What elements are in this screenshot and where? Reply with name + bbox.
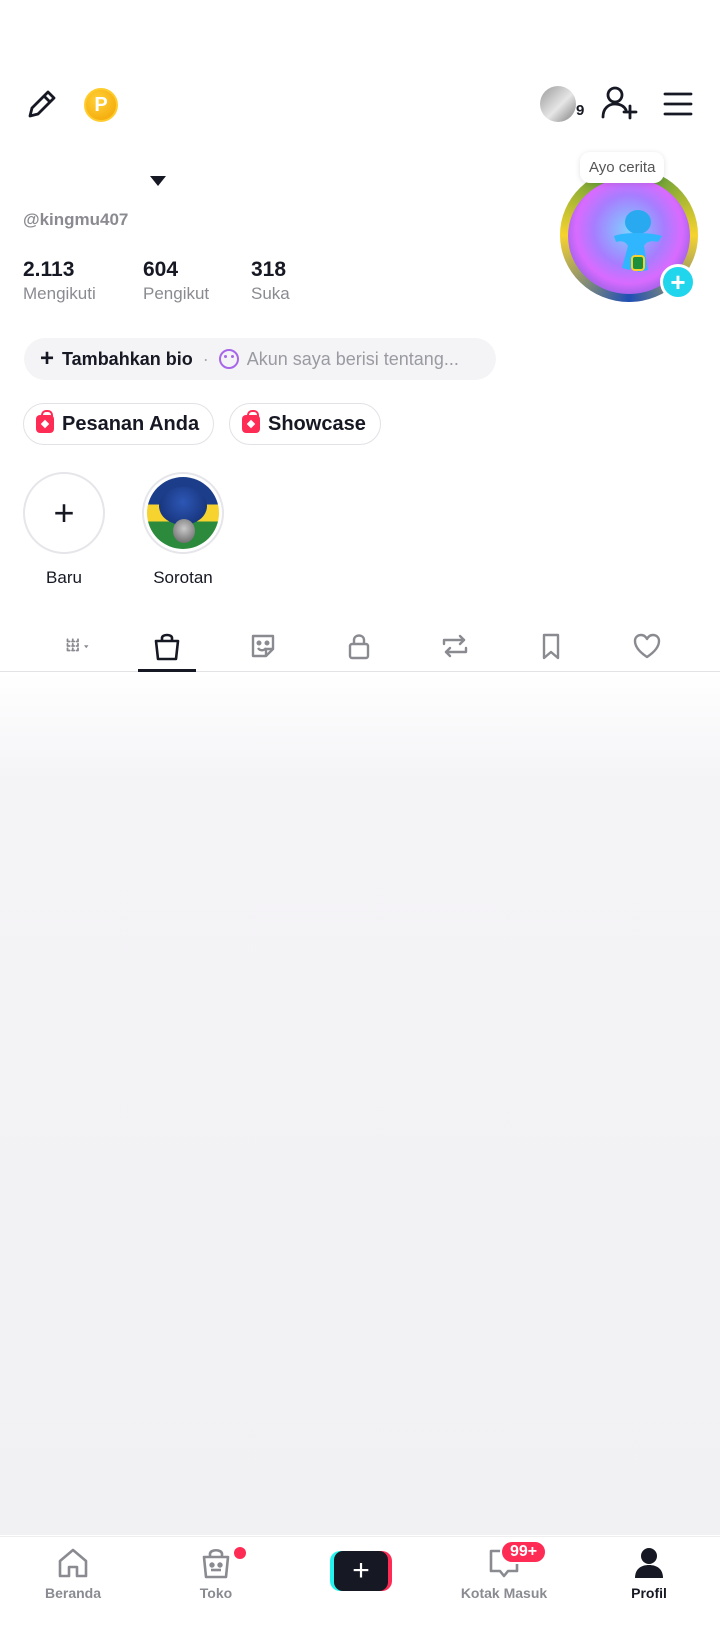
- bio-hint: Akun saya berisi tentang...: [246, 348, 459, 369]
- shop-bag-icon: [202, 1548, 230, 1579]
- add-story-button[interactable]: +: [660, 264, 696, 300]
- stat-following[interactable]: 2.113 Mengikuti: [23, 258, 96, 304]
- nav-label: Kotak Masuk: [460, 1585, 548, 1601]
- highlight-thumbnail: [147, 477, 219, 549]
- chip-label: Pesanan Anda: [62, 412, 200, 435]
- home-icon: [58, 1548, 88, 1578]
- new-highlight-button[interactable]: +: [23, 472, 105, 554]
- plus-icon: +: [670, 267, 686, 297]
- bottom-navigation: Beranda Toko + Kotak Masuk Profil: [0, 1536, 720, 1640]
- shopping-bag-icon: [242, 410, 260, 433]
- lock-icon[interactable]: [331, 620, 387, 672]
- profile-tabs: [0, 620, 720, 672]
- nav-home[interactable]: Beranda: [13, 1545, 133, 1625]
- highlight-label: Sorotan: [153, 568, 213, 587]
- nav-label: Beranda: [44, 1585, 102, 1601]
- stat-value: 604: [143, 258, 179, 281]
- stat-value: 2.113: [23, 258, 75, 281]
- heart-icon[interactable]: [619, 620, 675, 672]
- stat-label: Suka: [251, 284, 290, 303]
- plus-icon: +: [40, 345, 55, 372]
- stat-followers[interactable]: 604 Pengikut: [143, 258, 209, 304]
- profile-icon: [635, 1548, 663, 1578]
- shopping-bag-icon[interactable]: [139, 620, 195, 672]
- showcase-button[interactable]: Showcase: [229, 403, 381, 445]
- notification-dot: [234, 1547, 246, 1559]
- friends-avatar[interactable]: [540, 86, 576, 122]
- friends-count: 9: [576, 102, 585, 119]
- shopping-bag-icon: [36, 410, 54, 433]
- bookmark-icon[interactable]: [523, 620, 579, 672]
- nav-profile[interactable]: Profil: [589, 1545, 709, 1625]
- orders-button[interactable]: Pesanan Anda: [23, 403, 215, 445]
- username: @kingmu407: [23, 210, 129, 229]
- nav-shop[interactable]: Toko: [156, 1545, 276, 1625]
- active-tab-indicator: [138, 669, 196, 672]
- face-graphic: [173, 519, 195, 543]
- add-user-icon[interactable]: [600, 84, 638, 122]
- tab-content-area: [0, 673, 720, 1535]
- smile-icon: [218, 349, 239, 369]
- inbox-count-badge: 99+: [500, 1540, 548, 1564]
- menu-icon[interactable]: [662, 88, 694, 120]
- nav-label: Toko: [199, 1585, 233, 1601]
- avatar-figure: [614, 210, 662, 272]
- stat-label: Mengikuti: [23, 284, 96, 303]
- plus-icon: +: [53, 492, 75, 533]
- coin-letter: P: [94, 93, 108, 116]
- repost-icon[interactable]: [427, 620, 483, 672]
- grid-filter-icon[interactable]: [48, 620, 108, 672]
- create-button[interactable]: +: [330, 1551, 392, 1591]
- add-bio-button[interactable]: + Tambahkan bio · Akun saya berisi tenta…: [24, 338, 496, 380]
- chip-label: Showcase: [268, 412, 366, 435]
- stat-value: 318: [251, 258, 287, 281]
- pencil-icon[interactable]: [24, 86, 60, 122]
- top-bar: P 9: [0, 72, 720, 138]
- coin-icon[interactable]: P: [84, 88, 118, 122]
- highlight-label: Baru: [46, 568, 82, 587]
- stat-likes[interactable]: 318 Suka: [251, 258, 290, 304]
- separator: ·: [202, 348, 209, 369]
- sticker-icon[interactable]: [235, 620, 291, 672]
- account-switch-caret-icon[interactable]: [150, 176, 166, 186]
- add-bio-label: Tambahkan bio: [62, 348, 193, 369]
- stat-label: Pengikut: [143, 284, 210, 303]
- story-tooltip[interactable]: Ayo cerita: [580, 152, 665, 183]
- highlight-item[interactable]: [142, 472, 224, 554]
- create-plus-icon: +: [334, 1551, 388, 1591]
- nav-label: Profil: [631, 1585, 667, 1601]
